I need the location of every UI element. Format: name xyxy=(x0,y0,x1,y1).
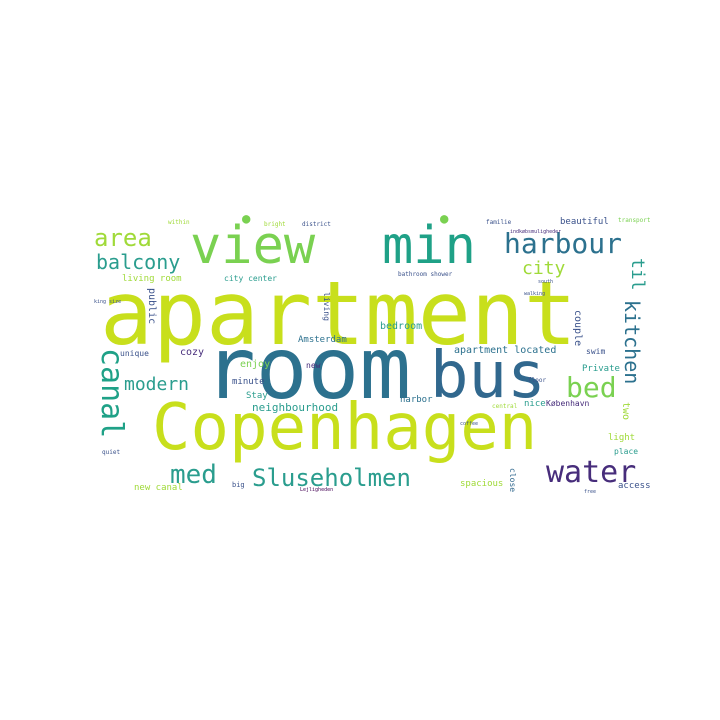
word-stay: Stay xyxy=(246,391,268,401)
word-big: big xyxy=(232,481,245,489)
word-city-center: city center xyxy=(224,274,277,283)
word-living-room: living room xyxy=(122,274,182,284)
word-new-canal: new canal xyxy=(134,483,183,493)
word-within: within xyxy=(168,219,190,226)
word-area: area xyxy=(94,224,152,252)
word-king-size: king size xyxy=(94,299,122,305)
word-bed: bed xyxy=(566,371,617,404)
word-lejligheden: Lejligheden xyxy=(300,487,334,493)
word-amsterdam: Amsterdam xyxy=(298,335,347,345)
word-kitchen: kitchen xyxy=(620,300,644,385)
word-unique: unique xyxy=(120,349,149,358)
word-south: south xyxy=(538,279,554,285)
word-transport: transport xyxy=(618,217,651,224)
word-public: public xyxy=(146,288,157,325)
word-living: living xyxy=(322,292,331,321)
word-spacious: spacious xyxy=(460,479,504,489)
word-minute: minute xyxy=(232,377,265,387)
word-floor: floor xyxy=(528,377,547,384)
word-modern: modern xyxy=(124,374,190,395)
word-bedroom: bedroom xyxy=(380,321,423,332)
word-enjoy: enjoy xyxy=(240,359,271,370)
word-close: close xyxy=(508,468,517,493)
word-coffee: coffee xyxy=(460,421,479,427)
word-kobenhavn: København xyxy=(546,399,590,408)
word-indkobsmuligheder: indkøbsmuligheder xyxy=(510,229,562,235)
word-til: til xyxy=(627,258,648,291)
word-canal: canal xyxy=(94,348,129,439)
word-bright: bright xyxy=(264,221,286,228)
word-light: light xyxy=(608,433,636,443)
word-cozy: cozy xyxy=(180,347,205,358)
word-couple: couple xyxy=(572,310,583,347)
word-access: access xyxy=(618,481,651,491)
word-free: free xyxy=(584,489,597,495)
dot-glyph: ● xyxy=(440,212,449,227)
word-walking: walking xyxy=(524,291,546,297)
word-two: two xyxy=(620,402,631,421)
word-place: place xyxy=(614,447,639,456)
word-balcony: balcony xyxy=(96,250,181,274)
word-min: min xyxy=(382,216,476,276)
word-view: view xyxy=(190,216,316,276)
word-central: central xyxy=(492,403,518,410)
word-private: Private xyxy=(582,364,620,374)
word-quiet: quiet xyxy=(102,449,121,456)
word-city: city xyxy=(522,258,566,279)
word-new: new xyxy=(306,361,321,370)
word-neighbourhood: neighbourhood xyxy=(252,401,339,414)
word-swim: swim xyxy=(586,347,606,356)
dot-glyph: ● xyxy=(242,212,251,227)
word-familie: familie xyxy=(486,219,512,226)
word-cloud: apartment room bus Copenhagen view min h… xyxy=(94,212,654,497)
word-beautiful: beautiful xyxy=(560,217,609,227)
word-bathroom-shower: bathroom shower xyxy=(398,271,453,278)
word-harbor: harbor xyxy=(400,395,433,405)
word-nice: nice xyxy=(524,399,546,409)
word-copenhagen: Copenhagen xyxy=(152,391,538,465)
word-district: district xyxy=(302,221,331,228)
word-apartment-located: apartment located xyxy=(454,345,557,356)
